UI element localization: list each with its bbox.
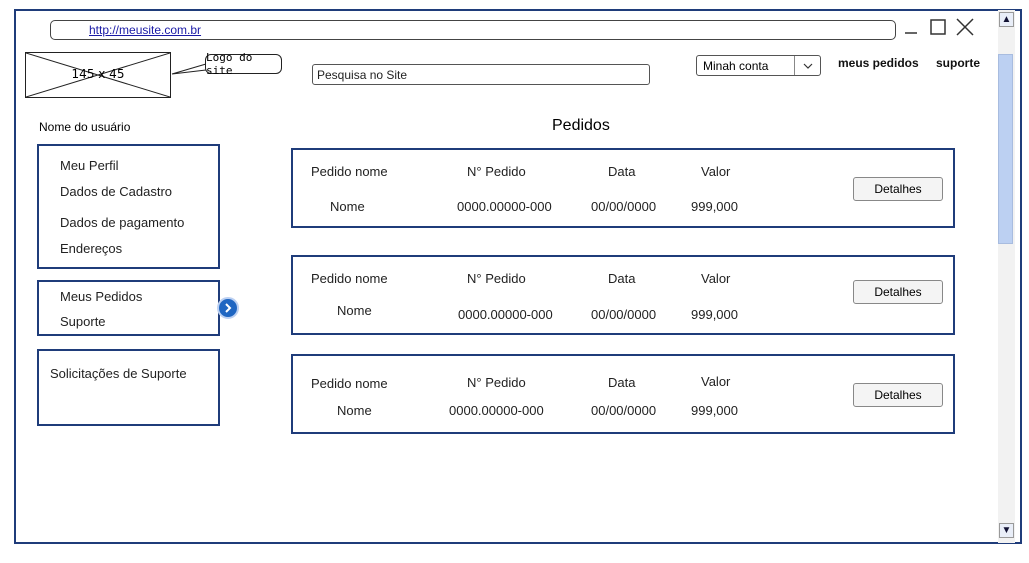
header-valor: Valor xyxy=(701,164,731,179)
callout-pointer xyxy=(171,63,207,75)
order-number: 0000.00000-000 xyxy=(458,307,553,322)
order-name: Nome xyxy=(337,303,372,318)
order-name: Nome xyxy=(330,199,365,214)
username-label: Nome do usuário xyxy=(39,120,131,134)
sidebar-item-enderecos[interactable]: Endereços xyxy=(60,241,122,256)
header-numero-pedido: N° Pedido xyxy=(467,271,526,286)
logo-placeholder: 145 x 45 xyxy=(25,52,171,98)
header-pedido-nome: Pedido nome xyxy=(311,376,388,391)
header-valor: Valor xyxy=(701,271,731,286)
order-value: 999,000 xyxy=(691,403,738,418)
page-title: Pedidos xyxy=(552,117,610,134)
header-valor: Valor xyxy=(701,374,731,389)
order-name: Nome xyxy=(337,403,372,418)
details-button[interactable]: Detalhes xyxy=(853,383,943,407)
sidebar-group-support: Solicitações de Suporte xyxy=(37,349,220,426)
logo-size-label: 145 x 45 xyxy=(71,67,125,81)
nav-link-suporte[interactable]: suporte xyxy=(936,56,980,70)
account-select[interactable]: Minah conta xyxy=(696,55,821,76)
header-pedido-nome: Pedido nome xyxy=(311,164,388,179)
sidebar-item-meus-pedidos[interactable]: Meus Pedidos xyxy=(60,289,142,304)
details-button[interactable]: Detalhes xyxy=(853,280,943,304)
sidebar-item-suporte[interactable]: Suporte xyxy=(60,314,106,329)
details-button[interactable]: Detalhes xyxy=(853,177,943,201)
chevron-right-icon[interactable] xyxy=(217,297,239,319)
sidebar-item-dados-pagamento[interactable]: Dados de pagamento xyxy=(60,215,184,230)
sidebar-item-solicitacoes-suporte[interactable]: Solicitações de Suporte xyxy=(50,366,187,381)
header-data: Data xyxy=(608,164,636,179)
order-card: Pedido nome N° Pedido Data Valor Nome 00… xyxy=(291,148,955,228)
order-date: 00/00/0000 xyxy=(591,199,657,214)
search-input[interactable]: Pesquisa no Site xyxy=(312,64,650,85)
minimize-icon[interactable] xyxy=(900,16,922,38)
header-numero-pedido: N° Pedido xyxy=(467,164,526,179)
scroll-thumb[interactable] xyxy=(998,54,1013,244)
order-value: 999,000 xyxy=(691,199,738,214)
header-pedido-nome: Pedido nome xyxy=(311,271,388,286)
order-value: 999,000 xyxy=(691,307,738,322)
close-icon[interactable] xyxy=(954,16,976,38)
order-card: Pedido nome N° Pedido Data Valor Nome 00… xyxy=(291,255,955,335)
logo-callout: Logo do site xyxy=(205,51,282,77)
order-number: 0000.00000-000 xyxy=(457,199,552,214)
address-bar[interactable]: http://meusite.com.br xyxy=(50,20,896,40)
maximize-icon[interactable] xyxy=(927,16,949,38)
chevron-down-icon[interactable] xyxy=(794,56,820,75)
order-date: 00/00/0000 xyxy=(591,403,657,418)
sidebar-group-account: Meu Perfil Dados de Cadastro Dados de pa… xyxy=(37,144,220,269)
sidebar-group-orders: Meus Pedidos Suporte xyxy=(37,280,220,336)
order-number: 0000.00000-000 xyxy=(449,403,544,418)
sidebar-item-meu-perfil[interactable]: Meu Perfil xyxy=(60,158,119,173)
header-numero-pedido: N° Pedido xyxy=(467,375,526,390)
url-link[interactable]: http://meusite.com.br xyxy=(89,23,201,37)
scroll-down-icon[interactable]: ▼ xyxy=(999,523,1014,538)
account-select-value: Minah conta xyxy=(703,59,769,73)
header-data: Data xyxy=(608,375,636,390)
order-date: 00/00/0000 xyxy=(591,307,657,322)
order-card: Pedido nome N° Pedido Data Valor Nome 00… xyxy=(291,354,955,434)
sidebar-item-dados-cadastro[interactable]: Dados de Cadastro xyxy=(60,184,172,199)
vertical-scrollbar[interactable]: ▲ ▼ xyxy=(998,10,1015,543)
scroll-up-icon[interactable]: ▲ xyxy=(999,12,1014,27)
nav-link-meus-pedidos[interactable]: meus pedidos xyxy=(838,56,919,70)
header-data: Data xyxy=(608,271,636,286)
